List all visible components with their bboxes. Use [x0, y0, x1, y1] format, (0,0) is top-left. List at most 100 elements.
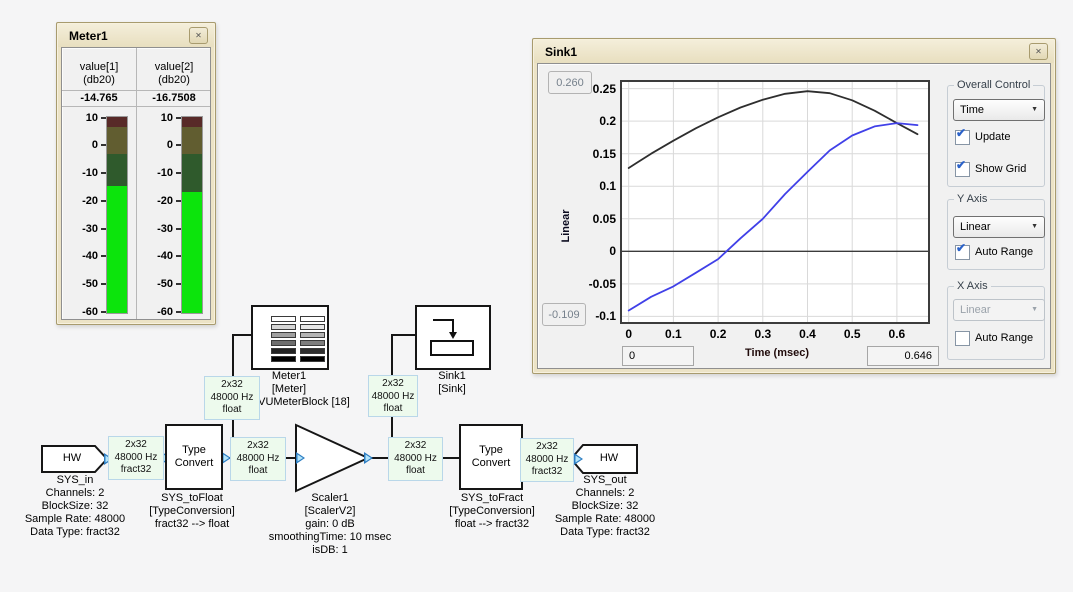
meter-level-lit [107, 186, 127, 313]
pin-icon-inner [576, 456, 582, 463]
chevron-down-icon: ▼ [1031, 306, 1038, 313]
meter-tick-label: -50 [62, 277, 98, 291]
meter-tick-label: -10 [62, 166, 98, 180]
wire-label-input: 2x32 48000 Hz fract32 [108, 436, 164, 480]
meter-zone-green-dim [107, 154, 127, 186]
wire-label-scaler-out: 2x32 48000 Hz float [388, 437, 443, 481]
update-checkbox[interactable]: ✔ [955, 130, 970, 145]
meter-zone-red [107, 117, 127, 127]
meter-tick-mark [101, 200, 106, 202]
close-icon: ✕ [1035, 48, 1042, 56]
meter-tick-label: -30 [137, 222, 173, 236]
meter-tick-label: -50 [137, 277, 173, 291]
overall-control-dropdown-value: Time [960, 104, 984, 116]
overall-control-dropdown[interactable]: Time ▼ [953, 99, 1045, 121]
meter-tick-label: -10 [137, 166, 173, 180]
sys-in-caption: SYS_in Channels: 2 BlockSize: 32 Sample … [24, 474, 126, 539]
y-axis-label: Linear [560, 186, 574, 266]
meter-tick-mark [176, 200, 181, 202]
meter-tick-mark [101, 117, 106, 119]
y-auto-range-checkbox-label: Auto Range [970, 246, 1033, 258]
meter-tick-mark [101, 283, 106, 285]
pin-icon[interactable] [296, 452, 305, 464]
meter-tick-mark [176, 311, 181, 313]
meter-tick-mark [176, 117, 181, 119]
meter-channel-2-unit: (db20) [137, 74, 211, 87]
y-axis-group: Y Axis Linear ▼ ✔ Auto Range [947, 199, 1045, 270]
plot-ytick-label: 0.05 [578, 212, 616, 226]
y-auto-range-checkbox[interactable]: ✔ [955, 245, 970, 260]
plot-ytick-label: -0.05 [578, 277, 616, 291]
meter-window-close-button[interactable]: ✕ [189, 27, 208, 44]
chevron-down-icon: ▼ [1031, 223, 1038, 230]
wire-label-meter-branch: 2x32 48000 Hz float [204, 376, 260, 420]
meter-channel-1-reading: -14.765 [62, 92, 136, 104]
tofloat-caption: SYS_toFloat [TypeConversion] fract32 -->… [132, 492, 252, 531]
tofract-caption: SYS_toFract [TypeConversion] float --> f… [432, 492, 552, 531]
meter-tick-mark [176, 255, 181, 257]
plot-xtick-label: 0.2 [698, 327, 738, 341]
meter-tick-label: -20 [62, 194, 98, 208]
update-checkbox-label: Update [970, 131, 1010, 143]
plot-ytick-label: 0.2 [578, 114, 616, 128]
meter-tick-mark [176, 172, 181, 174]
meter-bar [107, 117, 127, 313]
overall-control-group: Overall Control Time ▼ ✔ Update ✔ Show G… [947, 85, 1045, 187]
sink-window-titlebar[interactable]: Sink1 [534, 40, 1054, 63]
x-auto-range-checkbox[interactable] [955, 331, 970, 346]
meter-tick-label: 0 [62, 138, 98, 152]
show-grid-checkbox[interactable]: ✔ [955, 162, 970, 177]
meter-tick-mark [101, 228, 106, 230]
scaler-block[interactable] [296, 425, 368, 491]
check-icon: ✔ [956, 159, 966, 171]
plot-ytick-label: 0.15 [578, 147, 616, 161]
x-axis-dropdown: Linear ▼ [953, 299, 1045, 321]
meter-channel-1-scale: 100-10-20-30-40-50-60 [62, 107, 136, 317]
sink-window-title: Sink1 [534, 45, 577, 59]
sink-block[interactable] [415, 305, 491, 370]
pin-icon[interactable] [574, 453, 583, 465]
check-icon: ✔ [956, 127, 966, 139]
meter-block[interactable] [251, 305, 329, 370]
wire-label-sink-branch: 2x32 48000 Hz float [368, 375, 418, 417]
y-axis-dropdown[interactable]: Linear ▼ [953, 216, 1045, 238]
pin-icon-inner [298, 455, 304, 462]
hw-input-label: HW [46, 452, 98, 464]
pin-icon[interactable] [364, 452, 373, 464]
meter-channel-1-unit: (db20) [62, 74, 136, 87]
meter-zone-yellow [107, 127, 127, 155]
overall-control-group-label: Overall Control [954, 79, 1033, 91]
x-axis-group-label: X Axis [954, 280, 991, 292]
x-min-field[interactable]: 0 [622, 346, 694, 366]
meter-channel-2-scale: 100-10-20-30-40-50-60 [137, 107, 211, 317]
type-convert-tofract-block[interactable]: Type Convert [459, 424, 523, 490]
pin-icon-inner [366, 455, 372, 462]
sink-window-close-button[interactable]: ✕ [1029, 43, 1048, 60]
meter-tick-label: 10 [137, 111, 173, 125]
plot-xtick-label: 0 [609, 327, 649, 341]
plot-xtick-label: 0.5 [832, 327, 872, 341]
designer-canvas: { "meter_window": { "title": "Meter1", "… [0, 0, 1073, 592]
plot-xtick-label: 0.4 [788, 327, 828, 341]
type-convert-tofloat-block[interactable]: Type Convert [165, 424, 223, 490]
x-max-field[interactable]: 0.646 [867, 346, 939, 366]
hw-output-label: HW [586, 452, 632, 464]
meter-zone-yellow [182, 127, 202, 155]
meter-tick-mark [101, 172, 106, 174]
plot-ytick-label: 0 [578, 244, 616, 258]
meter-tick-label: -20 [137, 194, 173, 208]
meter-panel: value[1] (db20) -14.765 100-10-20-30-40-… [61, 47, 211, 320]
x-auto-range-checkbox-label: Auto Range [970, 332, 1033, 344]
plot-ytick-label: 0.1 [578, 179, 616, 193]
plot-xtick-label: 0.6 [877, 327, 917, 341]
scope-plot[interactable] [620, 80, 930, 324]
close-icon: ✕ [195, 32, 202, 40]
sys-out-caption: SYS_out Channels: 2 BlockSize: 32 Sample… [554, 474, 656, 539]
meter-channel-2-name: value[2] [137, 61, 211, 74]
meter-tick-label: -40 [137, 249, 173, 263]
x-axis-label: Time (msec) [702, 347, 852, 359]
meter-tick-label: -60 [62, 305, 98, 319]
meter-tick-label: -60 [137, 305, 173, 319]
meter-tick-label: 10 [62, 111, 98, 125]
plot-ytick-label: 0.25 [578, 82, 616, 96]
